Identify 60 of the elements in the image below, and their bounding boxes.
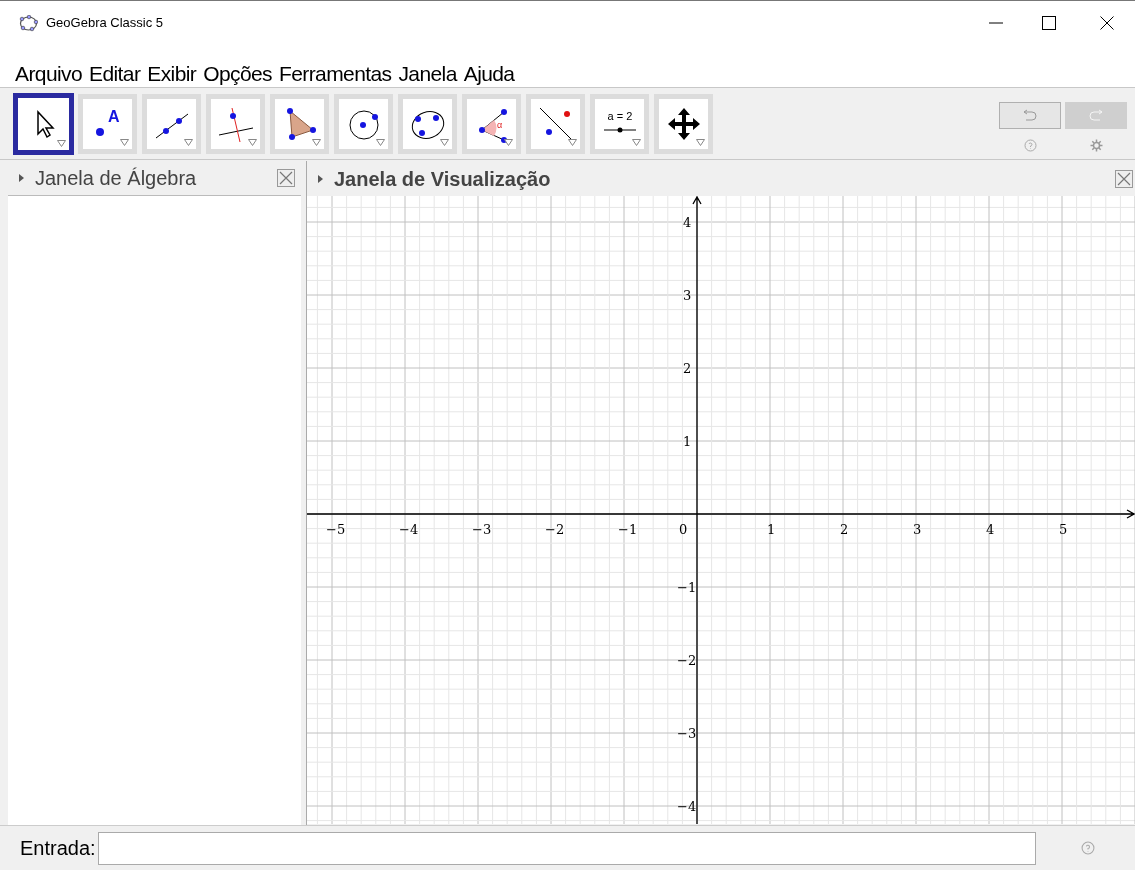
axis-label: −5 [326, 523, 346, 536]
expand-triangle-icon[interactable] [18, 173, 25, 183]
caret-icon [248, 138, 257, 146]
axis-label: 2 [840, 523, 849, 536]
close-icon [279, 171, 294, 185]
caret-icon [312, 138, 321, 146]
menu-item[interactable]: Janela [395, 63, 460, 84]
minimize-icon [989, 22, 1003, 24]
caret-icon [568, 138, 577, 146]
panel-title: Janela de Álgebra [35, 166, 198, 191]
menu-item[interactable]: Ferramentas [276, 63, 395, 84]
close-icon [1100, 16, 1114, 30]
input-field[interactable] [97, 831, 1036, 865]
caret-icon [184, 138, 193, 146]
tool-button[interactable]: α [462, 93, 521, 154]
axis-label: −2 [545, 523, 565, 536]
close-view-button[interactable] [277, 169, 296, 187]
window-title: GeoGebra Classic 5 [46, 14, 164, 33]
axis-label: −3 [472, 523, 492, 536]
axis-label: −1 [618, 523, 638, 536]
axis-label: −4 [399, 523, 419, 536]
undo-icon [1023, 109, 1037, 121]
axis-label: 3 [683, 289, 692, 302]
menu-item[interactable]: Exibir [144, 63, 200, 84]
caret-icon [376, 138, 385, 146]
axis-label: 2 [683, 362, 692, 375]
menu-item[interactable]: Editar [86, 63, 144, 84]
axis-label: 4 [986, 523, 995, 536]
tool-button[interactable]: a = 2 [590, 93, 649, 154]
menu-item[interactable]: Ajuda [460, 63, 518, 84]
graphics-canvas[interactable]: 4 3 2 1 −5 −4 −3 −2 −1 0 1 2 3 4 5 −1 −2 −3 −4 [307, 196, 1135, 824]
close-view-button[interactable] [1115, 169, 1133, 188]
expand-triangle-icon[interactable] [317, 173, 324, 184]
redo-icon [1089, 109, 1103, 121]
menu-item[interactable]: Arquivo [12, 63, 85, 84]
menu-item[interactable]: Opções [200, 63, 275, 84]
axis-label: 1 [683, 435, 692, 448]
caret-icon [440, 138, 449, 146]
tool-button[interactable] [14, 93, 73, 154]
input-label: Entrada: [20, 836, 96, 861]
axis-label: 0 [679, 523, 688, 536]
caret-icon [57, 139, 66, 147]
axis-label: 1 [767, 523, 776, 536]
axis-label: 4 [683, 216, 692, 229]
axis-label: −2 [677, 654, 697, 667]
axis-label: 3 [913, 523, 922, 536]
axis-label: 5 [1059, 523, 1068, 536]
caret-icon [696, 138, 705, 146]
axis-label: −4 [677, 800, 697, 813]
axis-label: −3 [677, 727, 697, 740]
app-logo-icon [19, 14, 38, 32]
panel-title: Janela de Visualização [334, 166, 552, 192]
close-icon [1117, 171, 1131, 186]
caret-icon [120, 138, 129, 146]
maximize-icon [1042, 16, 1056, 30]
settings-icon[interactable] [1089, 138, 1103, 152]
tool-button[interactable]: A [78, 93, 137, 154]
caret-icon [504, 138, 513, 146]
axis-label: −1 [677, 581, 697, 594]
caret-icon [632, 138, 641, 146]
